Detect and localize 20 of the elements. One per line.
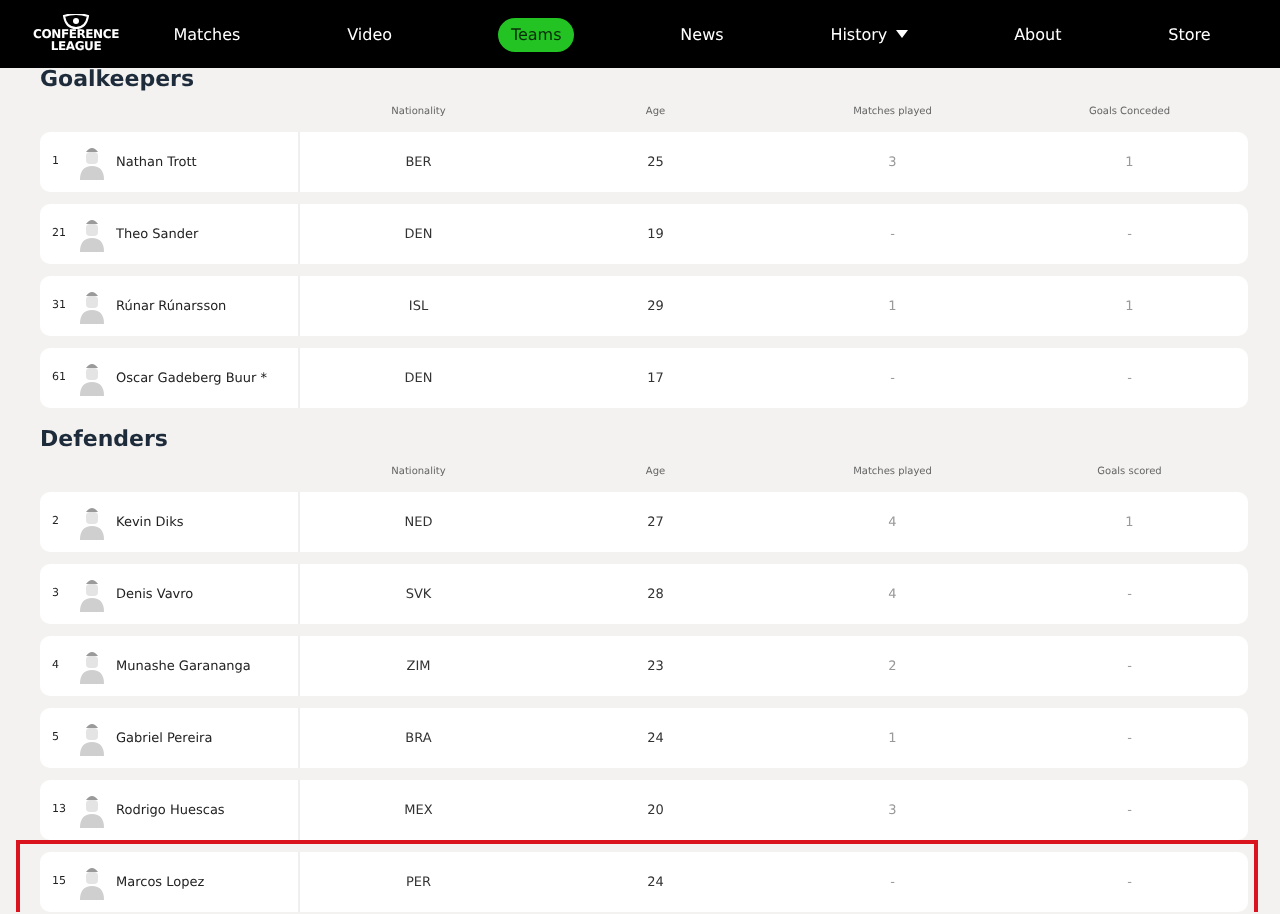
player-avatar-icon — [80, 216, 104, 252]
caret-icon — [895, 30, 908, 38]
nav-link[interactable]: Matches — [173, 17, 241, 51]
player-avatar-icon — [80, 576, 104, 612]
nav-link[interactable]: History — [830, 17, 908, 51]
section-heading: Goalkeepers — [40, 68, 197, 96]
nav-link[interactable]: Store — [1168, 17, 1211, 51]
player-avatar-icon — [80, 864, 104, 900]
player-avatar-icon — [80, 288, 104, 324]
player-avatar-icon — [80, 792, 104, 828]
player-avatar-icon — [80, 360, 104, 396]
nav-link[interactable]: Teams — [498, 17, 574, 51]
nav-link[interactable]: News — [680, 17, 724, 51]
player-avatar-icon — [80, 720, 104, 756]
player-avatar-icon — [80, 504, 104, 540]
player-avatar-icon — [80, 648, 104, 684]
section-heading: Defenders — [40, 428, 170, 456]
player-avatar-icon — [80, 144, 104, 180]
nav-link[interactable]: About — [1014, 17, 1062, 51]
nav-link[interactable]: Video — [347, 17, 393, 51]
